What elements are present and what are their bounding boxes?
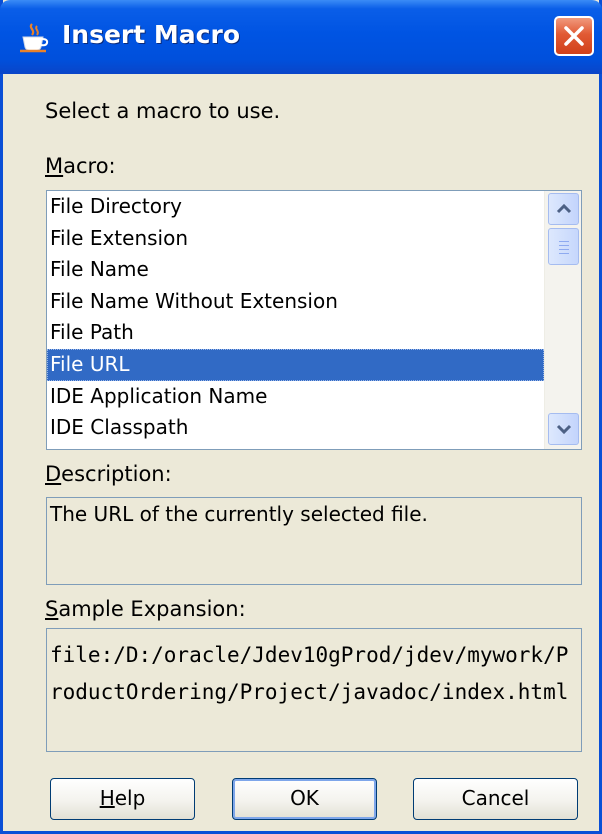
description-label-mnemonic: D <box>45 462 62 486</box>
sample-expansion-label: Sample Expansion: <box>45 597 246 621</box>
list-item-selected[interactable]: File URL <box>47 348 544 381</box>
description-label: Description: <box>45 462 172 486</box>
window-title: Insert Macro <box>62 20 240 49</box>
sample-expansion-field[interactable]: file:/D:/oracle/Jdev10gProd/jdev/mywork/… <box>46 628 582 752</box>
sample-expansion-text: file:/D:/oracle/Jdev10gProd/jdev/mywork/… <box>50 643 569 704</box>
cancel-button[interactable]: Cancel <box>413 778 578 820</box>
help-button[interactable]: Help <box>50 778 195 820</box>
list-item[interactable]: File Name <box>47 254 544 286</box>
close-button[interactable] <box>554 16 594 56</box>
list-item[interactable]: IDE Classpath <box>47 412 544 444</box>
sample-label-rest: ample Expansion: <box>58 597 246 621</box>
list-item[interactable]: File Extension <box>47 223 544 255</box>
insert-macro-dialog: Insert Macro Select a macro to use. Macr… <box>0 0 602 834</box>
list-item[interactable]: File Directory <box>47 191 544 223</box>
macro-label-rest: acro: <box>63 154 116 178</box>
macro-label: Macro: <box>45 154 116 178</box>
java-cup-icon <box>18 22 50 54</box>
sample-label-mnemonic: S <box>45 597 59 621</box>
scroll-down-button[interactable] <box>548 413 579 445</box>
scroll-thumb[interactable] <box>548 228 579 265</box>
list-item[interactable]: IDE Application Name <box>47 381 544 413</box>
macro-list[interactable]: File Directory File Extension File Name … <box>46 190 582 450</box>
help-button-mnemonic: H <box>99 786 115 810</box>
title-bar[interactable]: Insert Macro <box>0 0 602 74</box>
chevron-up-icon <box>556 203 572 214</box>
macro-label-mnemonic: M <box>45 154 64 178</box>
description-label-rest: escription: <box>61 462 172 486</box>
description-text: The URL of the currently selected file. <box>50 502 428 526</box>
prompt-text: Select a macro to use. <box>45 99 281 123</box>
ok-button[interactable]: OK <box>232 778 377 820</box>
chevron-down-icon <box>556 424 572 435</box>
macro-list-scrollbar[interactable] <box>544 191 581 449</box>
macro-list-items: File Directory File Extension File Name … <box>47 191 544 449</box>
list-item[interactable]: File Path <box>47 317 544 349</box>
help-button-label: elp <box>114 786 146 810</box>
description-field: The URL of the currently selected file. <box>46 497 582 585</box>
scroll-up-button[interactable] <box>548 193 579 225</box>
close-icon <box>564 26 584 46</box>
list-item[interactable]: File Name Without Extension <box>47 286 544 318</box>
